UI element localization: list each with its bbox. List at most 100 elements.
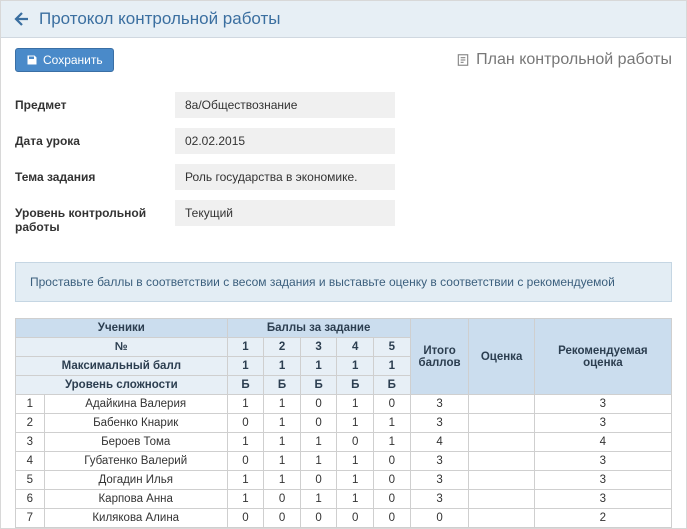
save-button-label: Сохранить <box>43 53 103 67</box>
recommended-cell: 3 <box>534 414 671 433</box>
plan-link-label: План контрольной работы <box>476 51 672 69</box>
score-cell[interactable]: 0 <box>300 509 337 528</box>
max-score: 1 <box>337 357 374 376</box>
row-number: 6 <box>16 490 45 509</box>
score-cell[interactable]: 1 <box>300 433 337 452</box>
col-recommended: Рекомендуемая оценка <box>534 319 671 395</box>
max-score: 1 <box>227 357 264 376</box>
score-cell[interactable]: 1 <box>227 395 264 414</box>
total-cell: 4 <box>410 433 469 452</box>
meta-block: Предмет 8а/Обществознание Дата урока 02.… <box>1 76 686 262</box>
row-number: 1 <box>16 395 45 414</box>
score-cell[interactable]: 0 <box>373 471 410 490</box>
info-box: Проставьте баллы в соответствии с весом … <box>15 262 672 302</box>
level-label: Уровень контрольной работы <box>15 200 175 234</box>
header-bar: Протокол контрольной работы <box>1 1 686 38</box>
score-cell[interactable]: 0 <box>227 414 264 433</box>
score-cell[interactable]: 1 <box>264 452 301 471</box>
grade-cell[interactable] <box>469 395 534 414</box>
score-cell[interactable]: 0 <box>337 509 374 528</box>
score-cell[interactable]: 0 <box>264 509 301 528</box>
total-cell: 3 <box>410 471 469 490</box>
score-cell[interactable]: 0 <box>373 509 410 528</box>
score-cell[interactable]: 1 <box>337 471 374 490</box>
score-cell[interactable]: 0 <box>337 433 374 452</box>
score-cell[interactable]: 1 <box>337 395 374 414</box>
topic-value: Роль государства в экономике. <box>175 164 395 190</box>
recommended-cell: 2 <box>534 509 671 528</box>
total-cell: 3 <box>410 490 469 509</box>
row-number: 4 <box>16 452 45 471</box>
score-cell[interactable]: 0 <box>300 471 337 490</box>
student-name: Бероев Тома <box>44 433 227 452</box>
score-cell[interactable]: 0 <box>227 509 264 528</box>
total-cell: 3 <box>410 395 469 414</box>
grade-cell[interactable] <box>469 490 534 509</box>
col-question: 1 <box>227 338 264 357</box>
col-students: Ученики <box>16 319 228 338</box>
score-cell[interactable]: 1 <box>337 452 374 471</box>
score-cell[interactable]: 0 <box>373 452 410 471</box>
score-cell[interactable]: 1 <box>264 395 301 414</box>
score-cell[interactable]: 0 <box>300 395 337 414</box>
save-button[interactable]: Сохранить <box>15 48 114 72</box>
student-name: Карпова Анна <box>44 490 227 509</box>
student-name: Адайкина Валерия <box>44 395 227 414</box>
difficulty: Б <box>227 376 264 395</box>
grade-cell[interactable] <box>469 471 534 490</box>
table-row: 3Бероев Тома1110144 <box>16 433 672 452</box>
score-cell[interactable]: 1 <box>227 490 264 509</box>
date-label: Дата урока <box>15 128 175 148</box>
back-icon[interactable] <box>13 10 31 28</box>
max-score: 1 <box>264 357 301 376</box>
scores-table: УченикиБаллы за заданиеИтого балловОценк… <box>15 318 672 528</box>
student-name: Килякова Алина <box>44 509 227 528</box>
difficulty: Б <box>373 376 410 395</box>
student-name: Бабенко Кнарик <box>44 414 227 433</box>
table-row: 7Килякова Алина0000002 <box>16 509 672 528</box>
grade-cell[interactable] <box>469 433 534 452</box>
row-number: 5 <box>16 471 45 490</box>
score-cell[interactable]: 1 <box>227 471 264 490</box>
student-name: Догадин Илья <box>44 471 227 490</box>
table-row: 5Догадин Илья1101033 <box>16 471 672 490</box>
recommended-cell: 3 <box>534 452 671 471</box>
subject-value: 8а/Обществознание <box>175 92 395 118</box>
difficulty: Б <box>264 376 301 395</box>
difficulty: Б <box>300 376 337 395</box>
col-question: 4 <box>337 338 374 357</box>
score-cell[interactable]: 1 <box>337 414 374 433</box>
row-number: 2 <box>16 414 45 433</box>
score-cell[interactable]: 1 <box>337 490 374 509</box>
score-cell[interactable]: 1 <box>264 471 301 490</box>
score-cell[interactable]: 0 <box>373 395 410 414</box>
total-cell: 3 <box>410 452 469 471</box>
difficulty: Б <box>337 376 374 395</box>
grade-cell[interactable] <box>469 452 534 471</box>
row-label-diff: Уровень сложности <box>16 376 228 395</box>
save-icon <box>26 54 38 66</box>
score-cell[interactable]: 1 <box>373 433 410 452</box>
score-cell[interactable]: 1 <box>373 414 410 433</box>
topic-label: Тема задания <box>15 164 175 184</box>
row-number: 3 <box>16 433 45 452</box>
grade-cell[interactable] <box>469 414 534 433</box>
score-cell[interactable]: 1 <box>264 433 301 452</box>
student-name: Губатенко Валерий <box>44 452 227 471</box>
score-cell[interactable]: 1 <box>227 433 264 452</box>
max-score: 1 <box>373 357 410 376</box>
score-cell[interactable]: 0 <box>264 490 301 509</box>
score-cell[interactable]: 0 <box>373 490 410 509</box>
recommended-cell: 3 <box>534 490 671 509</box>
score-cell[interactable]: 1 <box>300 452 337 471</box>
total-cell: 0 <box>410 509 469 528</box>
score-cell[interactable]: 0 <box>300 414 337 433</box>
score-cell[interactable]: 1 <box>264 414 301 433</box>
plan-link[interactable]: План контрольной работы <box>456 51 672 69</box>
table-row: 6Карпова Анна1011033 <box>16 490 672 509</box>
score-cell[interactable]: 1 <box>300 490 337 509</box>
recommended-cell: 3 <box>534 471 671 490</box>
subject-label: Предмет <box>15 92 175 112</box>
grade-cell[interactable] <box>469 509 534 528</box>
score-cell[interactable]: 0 <box>227 452 264 471</box>
